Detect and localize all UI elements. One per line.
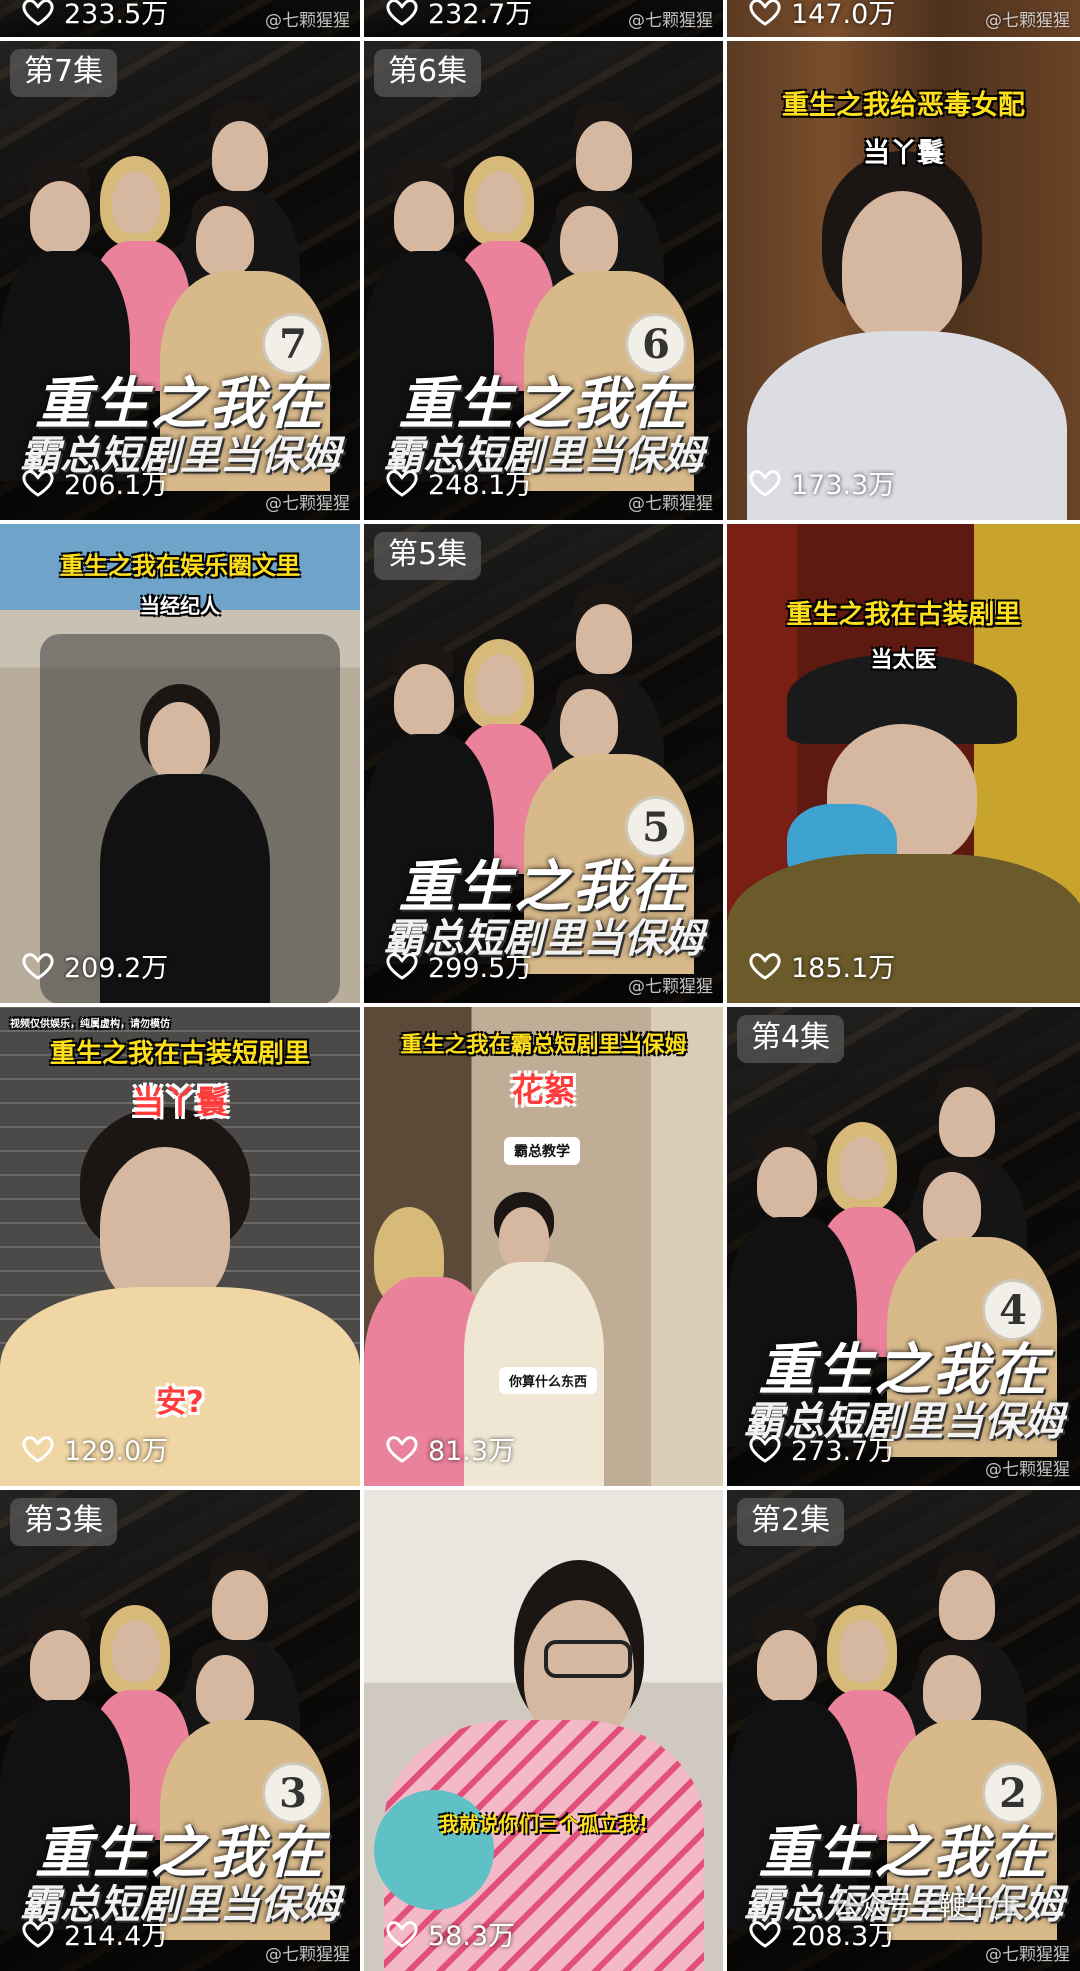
episode-label: 第2集 (737, 1498, 845, 1546)
video-card-ep5[interactable]: 第5集 5 重生之我在 霸总短剧里当保姆 299.5万 @七颗猩猩 (364, 524, 723, 1003)
video-card-ep4[interactable]: 第4集 4 重生之我在 霸总短剧里当保姆 273.7万 @七颗猩猩 (727, 1007, 1080, 1486)
video-subcaption: 当丫鬟 (863, 138, 944, 169)
like-count-text: 173.3万 (791, 470, 896, 501)
heart-icon (749, 0, 781, 26)
video-subcaption: 当丫鬟 (131, 1083, 228, 1121)
episode-label: 第3集 (10, 1498, 118, 1546)
heart-icon (22, 952, 54, 980)
watermark: @七颗猩猩 (985, 1460, 1070, 1480)
episode-label: 第5集 (374, 532, 482, 580)
video-card-isolated[interactable]: 我就说你们三个孤立我! 58.3万 (364, 1490, 723, 1971)
heart-icon (386, 469, 418, 497)
heart-icon (749, 952, 781, 980)
like-count-text: 248.1万 (428, 470, 533, 501)
like-count: 58.3万 (386, 1914, 515, 1953)
like-count-text: 299.5万 (428, 953, 533, 984)
video-card-ep3[interactable]: 第3集 3 重生之我在 霸总短剧里当保姆 214.4万 @七颗猩猩 (0, 1490, 360, 1971)
video-grid: 233.5万 @七颗猩猩 232.7万 @七颗猩猩 147.0万 @七颗猩猩 第… (0, 0, 1080, 1971)
heart-icon (749, 469, 781, 497)
dialogue-subtitle: 你算什么东西 (499, 1367, 598, 1394)
heart-icon (386, 1435, 418, 1463)
like-count: 147.0万 (749, 0, 895, 31)
video-thumbnail (364, 1490, 723, 1971)
like-count: 206.1万 (22, 463, 168, 502)
video-card-ep6[interactable]: 第6集 6 重生之我在 霸总短剧里当保姆 248.1万 @七颗猩猩 (364, 41, 723, 520)
video-subcaption: 花絮 (511, 1071, 576, 1109)
watermark: @七颗猩猩 (265, 494, 350, 514)
like-count-text: 214.4万 (64, 1921, 169, 1952)
video-caption: 重生之我给恶毒女配 (782, 90, 1025, 121)
episode-label: 第7集 (10, 49, 118, 97)
watermark: @七颗猩猩 (265, 11, 350, 31)
dialogue-subtitle: 我就说你们三个孤立我! (438, 1812, 649, 1836)
video-card-ep2[interactable]: 第2集 2 重生之我在 霸总短剧里当保姆 公众号 · 鞭牛士 208.3万 @七… (727, 1490, 1080, 1971)
speech-bubble: 安? (156, 1385, 204, 1420)
video-caption: 重生之我在古装短剧里 (49, 1039, 310, 1069)
like-count-text: 147.0万 (791, 0, 896, 30)
video-card[interactable]: 233.5万 @七颗猩猩 (0, 0, 360, 37)
video-card-ancient-maid[interactable]: 视频仅供娱乐，纯属虚构，请勿模仿 重生之我在古装短剧里 当丫鬟 安? 129.0… (0, 1007, 360, 1486)
video-card[interactable]: 232.7万 @七颗猩猩 (364, 0, 723, 37)
video-card-maid[interactable]: 重生之我给恶毒女配 当丫鬟 173.3万 (727, 41, 1080, 520)
like-count: 185.1万 (749, 946, 895, 985)
heart-icon (22, 1920, 54, 1948)
like-count-text: 273.7万 (791, 1436, 896, 1467)
like-count-text: 185.1万 (791, 953, 896, 984)
disclaimer: 视频仅供娱乐，纯属虚构，请勿模仿 (10, 1019, 170, 1030)
episode-label: 第4集 (737, 1015, 845, 1063)
watermark: @七颗猩猩 (985, 1945, 1070, 1965)
like-count-text: 81.3万 (428, 1436, 516, 1467)
like-count: 273.7万 (749, 1429, 895, 1468)
like-count: 248.1万 (386, 463, 532, 502)
heart-icon (386, 1920, 418, 1948)
tag-label: 霸总教学 (504, 1137, 580, 1165)
heart-icon (386, 952, 418, 980)
like-count-text: 208.3万 (791, 1921, 896, 1952)
like-count: 173.3万 (749, 463, 895, 502)
like-count: 232.7万 (386, 0, 532, 31)
like-count: 81.3万 (386, 1429, 515, 1468)
watermark: @七颗猩猩 (628, 494, 713, 514)
like-count-text: 209.2万 (64, 953, 169, 984)
watermark: @七颗猩猩 (628, 11, 713, 31)
heart-icon (22, 469, 54, 497)
like-count-text: 129.0万 (64, 1436, 169, 1467)
video-caption: 重生之我在古装剧里 (786, 600, 1021, 630)
like-count: 299.5万 (386, 946, 532, 985)
video-card-ep7[interactable]: 第7集 7 重生之我在 霸总短剧里当保姆 206.1万 @七颗猩猩 (0, 41, 360, 520)
video-caption: 重生之我在娱乐圈文里 (60, 552, 300, 580)
like-count: 129.0万 (22, 1429, 168, 1468)
like-count: 208.3万 (749, 1914, 895, 1953)
watermark: @七颗猩猩 (628, 977, 713, 997)
like-count-text: 58.3万 (428, 1921, 516, 1952)
video-card-agent[interactable]: 重生之我在娱乐圈文里 当经纪人 209.2万 (0, 524, 360, 1003)
video-subcaption: 当太医 (870, 648, 937, 673)
like-count-text: 233.5万 (64, 0, 169, 30)
video-caption: 重生之我在霸总短剧里当保姆 (400, 1033, 687, 1058)
like-count: 209.2万 (22, 946, 168, 985)
video-subcaption: 当经纪人 (140, 594, 220, 618)
like-count: 214.4万 (22, 1914, 168, 1953)
like-count-text: 232.7万 (428, 0, 533, 30)
video-card-doctor[interactable]: 重生之我在古装剧里 当太医 185.1万 (727, 524, 1080, 1003)
video-card[interactable]: 147.0万 @七颗猩猩 (727, 0, 1080, 37)
heart-icon (749, 1920, 781, 1948)
heart-icon (386, 0, 418, 26)
like-count-text: 206.1万 (64, 470, 169, 501)
video-card-bloopers[interactable]: 重生之我在霸总短剧里当保姆 花絮 霸总教学 你算什么东西 81.3万 (364, 1007, 723, 1486)
episode-label: 第6集 (374, 49, 482, 97)
heart-icon (749, 1435, 781, 1463)
like-count: 233.5万 (22, 0, 168, 31)
watermark: @七颗猩猩 (985, 11, 1070, 31)
watermark: @七颗猩猩 (265, 1945, 350, 1965)
heart-icon (22, 0, 54, 26)
heart-icon (22, 1435, 54, 1463)
